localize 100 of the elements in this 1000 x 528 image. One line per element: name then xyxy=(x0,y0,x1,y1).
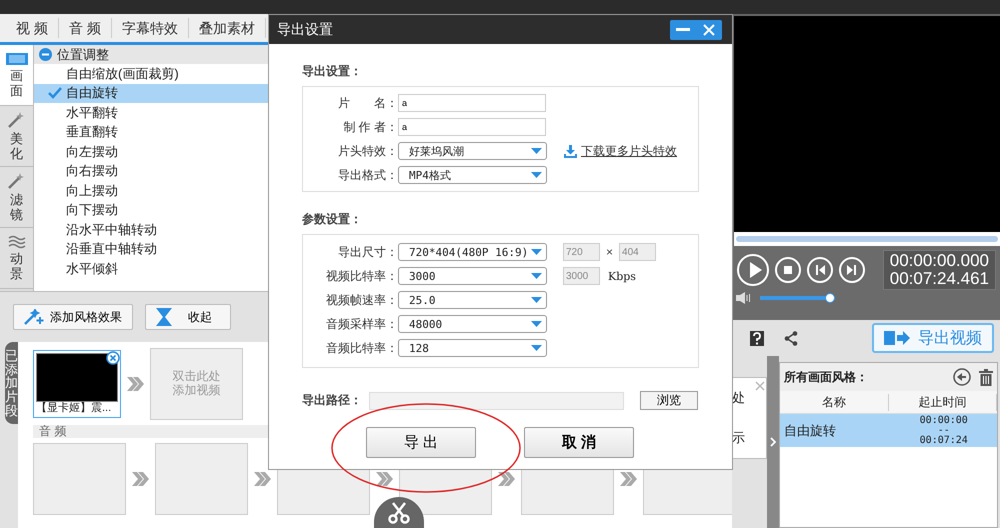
column-header: 起止时间 xyxy=(888,394,997,410)
popup-text: 处 xyxy=(732,389,746,407)
collapse-icon xyxy=(39,48,52,61)
dropdown-caret-icon xyxy=(531,345,542,351)
field-label: 视频帧速率： xyxy=(325,292,398,308)
dropdown-caret-icon xyxy=(531,172,542,178)
dropdown[interactable]: 128 xyxy=(398,339,547,357)
dropdown-caret-icon xyxy=(531,297,542,303)
film-arrow-icon xyxy=(884,330,910,346)
side-tab-label: 美化 xyxy=(10,132,23,161)
add-style-button[interactable]: 添加风格效果 xyxy=(13,304,133,330)
clip-caption: 【显卡姬】震... xyxy=(36,402,112,415)
effect-item[interactable]: 向左摆动 xyxy=(34,142,269,162)
side-tab[interactable]: 画面 xyxy=(0,45,33,106)
tab[interactable]: 字幕特效 xyxy=(112,18,189,38)
tab[interactable]: 音 频 xyxy=(58,18,112,38)
hourglass-icon xyxy=(156,308,172,326)
browse-button[interactable]: 浏览 xyxy=(640,391,698,410)
end-time: 00:07:24 xyxy=(920,436,968,446)
panel-title: 所有画面风格： xyxy=(784,368,869,386)
film-icon xyxy=(6,52,28,66)
dropdown[interactable]: 720*404(480P 16:9) xyxy=(398,243,547,261)
cancel-button[interactable]: 取 消 xyxy=(524,427,634,458)
dropdown[interactable]: 好莱坞风潮 xyxy=(398,142,547,160)
field-label: 导出尺寸： xyxy=(337,244,398,260)
chevron-right-icon xyxy=(770,437,776,447)
dialog-title: 导出设置 xyxy=(277,20,333,38)
group-label: 位置调整 xyxy=(57,46,109,64)
chevron-icon xyxy=(498,472,515,486)
slider-thumb[interactable] xyxy=(824,293,835,303)
section-heading: 导出设置： xyxy=(302,63,363,80)
trash-icon[interactable] xyxy=(979,368,993,386)
side-tab-label: 滤镜 xyxy=(10,193,23,222)
chevron-icon xyxy=(132,472,149,486)
dropdown-caret-icon xyxy=(531,148,542,154)
side-tab-label: 画面 xyxy=(10,69,23,98)
wand-icon xyxy=(6,111,26,130)
field-label: 导出路径： xyxy=(302,392,363,409)
field-label: 音频采样率： xyxy=(325,316,398,332)
effect-item[interactable]: 沿水平中轴转动 xyxy=(34,220,269,240)
effect-item[interactable]: 沿垂直中轴转动 xyxy=(34,240,269,259)
field-label: 导出格式： xyxy=(337,166,398,184)
progress-track[interactable] xyxy=(736,236,998,242)
style-row[interactable]: 自由旋转 00:00:00 -- 00:07:24 xyxy=(780,414,997,447)
column-header: 名称 xyxy=(780,394,888,410)
next-frame-button[interactable] xyxy=(838,256,866,284)
side-tab-label: 动景 xyxy=(10,252,23,281)
download-link[interactable]: 下载更多片头特效 xyxy=(564,142,677,160)
effect-item[interactable]: 自由缩放(画面裁剪) xyxy=(34,64,269,84)
chevron-icon xyxy=(376,472,393,486)
path-field[interactable] xyxy=(369,392,624,410)
close-icon[interactable] xyxy=(106,351,120,365)
dropdown-caret-icon xyxy=(531,273,542,279)
chevron-icon xyxy=(254,472,271,486)
field-label: 片 名： xyxy=(337,94,398,112)
tab[interactable]: 叠加素材 xyxy=(188,18,266,38)
section-heading: 参数设置： xyxy=(302,211,363,228)
dropdown[interactable]: 3000 xyxy=(398,267,547,285)
field-label: 片头特效： xyxy=(337,142,398,160)
close-icon xyxy=(703,24,715,36)
effect-item[interactable]: 水平倾斜 xyxy=(34,259,269,278)
start-time: 00:00:00 xyxy=(920,416,968,426)
time-separator: -- xyxy=(938,426,950,436)
field-label: 制 作 者： xyxy=(342,118,398,136)
stop-button[interactable] xyxy=(774,256,802,284)
share-icon[interactable] xyxy=(784,330,798,346)
group-header[interactable]: 位置调整 xyxy=(34,45,269,64)
chevron-icon xyxy=(127,377,144,391)
input-field[interactable]: a xyxy=(398,118,546,136)
video-clip[interactable]: 【显卡姬】震... xyxy=(33,350,121,418)
effect-item[interactable]: 向右摆动 xyxy=(34,162,269,181)
effect-item[interactable]: 向下摆动 xyxy=(34,200,269,220)
dropdown[interactable]: 48000 xyxy=(398,315,547,333)
time-display: 00:00:00.000 00:07:24.461 xyxy=(882,250,996,290)
collapse-button[interactable]: 收起 xyxy=(145,304,231,330)
export-button[interactable]: 导 出 xyxy=(366,427,476,458)
wand-icon xyxy=(6,172,26,190)
waves-icon xyxy=(8,235,26,250)
previous-frame-button[interactable] xyxy=(806,256,834,284)
effect-item[interactable]: 向上摆动 xyxy=(34,181,269,200)
field-label: 音频比特率： xyxy=(325,340,398,356)
play-button[interactable] xyxy=(736,253,770,287)
tab[interactable]: 视 频 xyxy=(6,18,59,38)
dropdown-caret-icon xyxy=(531,321,542,327)
help-icon[interactable] xyxy=(750,330,764,346)
effect-item[interactable]: 垂直翻转 xyxy=(34,122,269,142)
field-label: 视频比特率： xyxy=(325,268,398,284)
volume-icon[interactable] xyxy=(736,292,752,304)
panel-handle[interactable] xyxy=(767,356,779,528)
effect-item[interactable]: 水平翻转 xyxy=(34,103,269,122)
effect-item[interactable]: 自由旋转 xyxy=(34,84,269,103)
minimize-icon xyxy=(676,28,690,32)
dropdown[interactable]: MP4格式 xyxy=(398,166,547,184)
dropdown[interactable]: 25.0 xyxy=(398,291,547,309)
wand-icon xyxy=(24,309,44,325)
unit-label: Kbps xyxy=(608,270,636,282)
side-tab[interactable]: 已添加片段 xyxy=(5,342,18,424)
chevron-icon xyxy=(620,472,637,486)
scissors-icon xyxy=(388,502,410,524)
input-field[interactable]: a xyxy=(398,94,546,112)
